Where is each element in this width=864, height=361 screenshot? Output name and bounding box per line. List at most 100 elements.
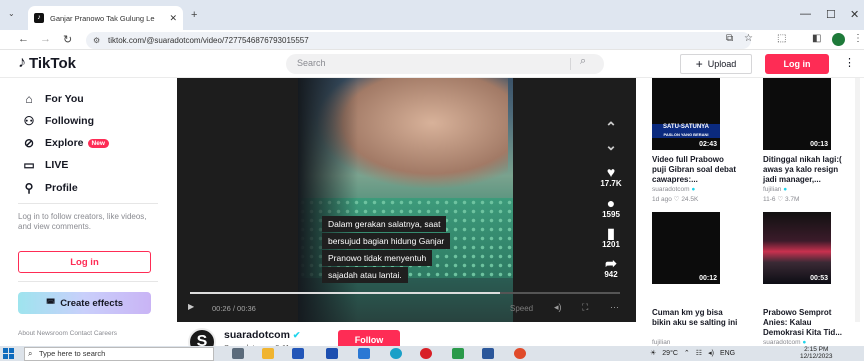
sidebar-item-profile[interactable]: ⚲ Profile (20, 181, 78, 195)
fullscreen-icon[interactable]: ⛶ (582, 302, 588, 313)
like-button[interactable]: ♥ 17.7K (600, 165, 622, 188)
install-app-icon[interactable]: ⧉ (726, 33, 733, 44)
windows-start-icon[interactable] (3, 348, 14, 359)
video-frame[interactable] (298, 78, 513, 322)
volume-icon[interactable]: ◂) (554, 302, 562, 313)
browser-tab[interactable]: ♪ Ganjar Pranowo Tak Gulung Le ✕ (28, 6, 183, 30)
task-view-icon[interactable] (232, 348, 244, 359)
maximize-button[interactable]: ☐ (826, 8, 836, 21)
system-tray[interactable]: ☀ 29°C ⌃ ☷ ◂) ENG (650, 349, 735, 358)
sidebar-login-button[interactable]: Log in (18, 251, 151, 273)
related-video-thumbnail[interactable]: 00:53 (763, 212, 831, 284)
more-options-icon[interactable]: ⋮ (844, 56, 855, 69)
mail-icon[interactable] (358, 348, 370, 359)
weather-text: 29°C (662, 349, 678, 357)
new-badge: New (87, 138, 109, 148)
related-video-author[interactable]: suaradotcom ● (652, 186, 695, 193)
video-duration: 02:43 (699, 141, 717, 148)
browser-menu-icon[interactable]: ⋮ (853, 33, 863, 44)
taskbar-clock[interactable]: 2:15 PM 12/12/2023 (800, 346, 833, 360)
users-icon: ⚇ (23, 114, 35, 128)
comment-button[interactable]: ● 1595 (600, 196, 622, 219)
share-icon: ➦ (605, 255, 617, 271)
related-video-meta: 11-6 ♡ 3.7M (763, 196, 800, 203)
related-video-title[interactable]: Prabowo Semprot Anies: Kalau Demokrasi K… (763, 308, 851, 338)
app-icon[interactable] (452, 348, 464, 359)
video-duration: 00:53 (810, 275, 828, 282)
related-video-title[interactable]: Ditinggal nikah lagi:( awas ya kalo resi… (763, 155, 851, 185)
sidebar-item-following[interactable]: ⚇ Following (20, 114, 94, 128)
sidebar-item-for-you[interactable]: ⌂ For You (20, 92, 83, 106)
language-indicator[interactable]: ENG (720, 350, 735, 357)
share-button[interactable]: ➦ 942 (600, 256, 622, 279)
verified-icon: ● (783, 186, 788, 193)
new-tab-button[interactable]: + (191, 9, 197, 21)
opera-icon[interactable] (420, 348, 432, 359)
word-icon[interactable] (482, 348, 494, 359)
chrome-icon[interactable] (514, 348, 526, 359)
scrollbar[interactable] (855, 78, 860, 322)
play-icon[interactable]: ▶ (188, 302, 194, 311)
save-button[interactable]: ▮ 1201 (600, 226, 622, 249)
next-video-icon[interactable]: ⌄ (600, 138, 622, 152)
related-video-title[interactable]: Video full Prabowo puji Gibran soal deba… (652, 155, 740, 185)
login-button[interactable]: Log in (765, 54, 829, 74)
author-name: suaradotcom (224, 329, 290, 341)
video-duration: 00:12 (699, 275, 717, 282)
tray-chevron-icon[interactable]: ⌃ (684, 349, 690, 357)
search-icon[interactable]: ⌕ (580, 55, 586, 68)
clock-date: 12/12/2023 (800, 353, 833, 360)
create-effects-button[interactable]: ◚ Create effects (18, 292, 151, 314)
footer-links[interactable]: About Newsroom Contact Careers (18, 330, 117, 337)
edge-icon[interactable] (390, 348, 402, 359)
related-video-thumbnail[interactable]: 00:13 (763, 78, 831, 150)
extensions-icon[interactable]: ⬚ (777, 33, 786, 44)
sidebar-item-explore[interactable]: ⊘ Explore New (20, 136, 109, 150)
network-icon[interactable]: ☷ (696, 349, 702, 357)
minimize-button[interactable]: — (800, 8, 811, 20)
volume-tray-icon[interactable]: ◂) (708, 349, 714, 357)
upload-button[interactable]: + Upload (680, 54, 752, 74)
taskbar-search-input[interactable]: ⌕ Type here to search (24, 347, 214, 361)
weather-icon: ☀ (650, 350, 657, 357)
search-input[interactable] (286, 54, 604, 74)
thumbnail-overlay-text: SATU-SATUNYA (663, 124, 709, 130)
tiktok-logo[interactable]: ♪ TikTok (18, 54, 76, 72)
related-video-title[interactable]: Cuman km yg bisa bikin aku se salting in… (652, 308, 740, 328)
previous-video-icon[interactable]: ⌃ (600, 120, 622, 134)
store-icon[interactable] (292, 348, 304, 359)
tab-close-icon[interactable]: ✕ (169, 13, 177, 24)
login-prompt-text: Log in to follow creators, like videos, … (18, 212, 147, 231)
author-label: suaradotcom (763, 339, 801, 346)
related-video-author[interactable]: fujilian ● (763, 186, 787, 193)
sidebar-item-label: LIVE (45, 159, 69, 171)
related-video-author[interactable]: fujilian (652, 339, 670, 346)
home-icon: ⌂ (25, 92, 33, 106)
comment-count: 1595 (602, 210, 620, 219)
profile-avatar-icon[interactable] (832, 33, 845, 46)
author-name-row[interactable]: suaradotcom ✔ (224, 329, 300, 341)
effects-icon: ◚ (45, 297, 56, 309)
video-more-icon[interactable]: ⋯ (610, 302, 619, 313)
create-effects-label: Create effects (60, 297, 124, 309)
sidepanel-icon[interactable]: ◧ (812, 33, 821, 44)
file-explorer-icon[interactable] (262, 348, 274, 359)
tiktok-note-icon: ♪ (18, 54, 26, 71)
back-icon[interactable]: ← (18, 33, 29, 45)
author-label: fujilian (763, 186, 782, 193)
related-video-author[interactable]: suaradotcom ● (763, 339, 806, 346)
close-window-button[interactable]: ✕ (850, 8, 859, 21)
url-field[interactable]: ⚙ tiktok.com/@suaradotcom/video/72775468… (86, 32, 751, 49)
forward-icon[interactable]: → (40, 33, 51, 45)
dropbox-icon[interactable] (326, 348, 338, 359)
related-video-thumbnail[interactable]: 00:12 (652, 212, 720, 284)
speed-button[interactable]: Speed (510, 304, 533, 313)
bookmark-star-icon[interactable]: ☆ (744, 33, 753, 44)
sidebar-item-live[interactable]: ▭ LIVE (20, 158, 68, 172)
reload-icon[interactable]: ↻ (63, 33, 72, 46)
tab-list-chevron-icon[interactable]: ⌄ (8, 9, 15, 18)
related-video-thumbnail[interactable]: SATU-SATUNYA PASLON YANG BERANI 02:43 (652, 78, 720, 150)
bookmark-icon: ▮ (607, 225, 615, 241)
like-count: 17.7K (600, 179, 622, 188)
site-info-icon[interactable]: ⚙ (93, 32, 100, 49)
